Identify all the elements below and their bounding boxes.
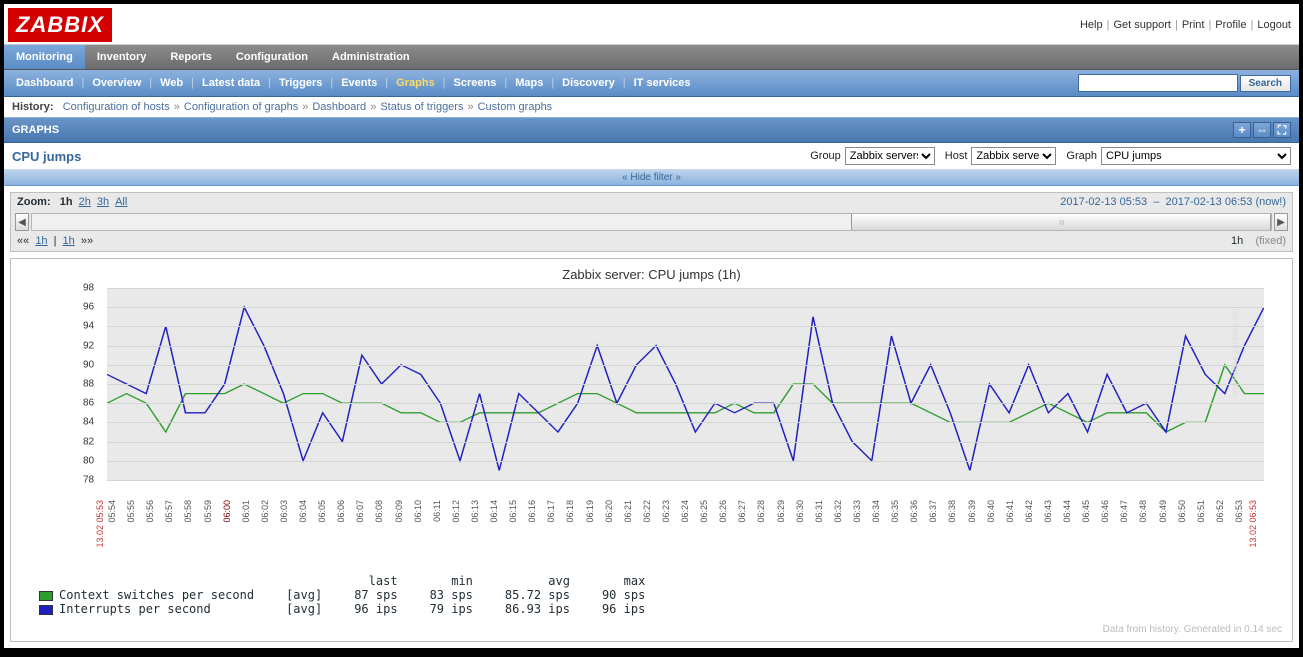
- nav-configuration[interactable]: Configuration: [224, 45, 320, 69]
- search-button[interactable]: Search: [1240, 75, 1291, 92]
- nav-back-1h[interactable]: 1h: [35, 235, 47, 247]
- now-link[interactable]: (now!): [1255, 196, 1286, 208]
- section-title: GRAPHS: [12, 124, 59, 136]
- search-input[interactable]: [1078, 74, 1238, 92]
- zoom-2h[interactable]: 2h: [79, 196, 91, 208]
- zoom-label: Zoom:: [17, 196, 51, 208]
- add-icon[interactable]: +: [1233, 122, 1251, 138]
- zoom-1h[interactable]: 1h: [60, 196, 73, 208]
- breadcrumb-history: History: Configuration of hosts»Configur…: [4, 97, 1299, 117]
- history-link[interactable]: Configuration of graphs: [184, 101, 298, 113]
- scroll-right-button[interactable]: ▶: [1274, 213, 1288, 231]
- fit-icon[interactable]: ⇔: [1253, 122, 1271, 138]
- subnav-latest-data[interactable]: Latest data: [198, 75, 264, 91]
- logo[interactable]: ZABBIX: [8, 8, 112, 42]
- subnav-graphs[interactable]: Graphs: [392, 75, 439, 91]
- nav-administration[interactable]: Administration: [320, 45, 422, 69]
- graph-label: Graph: [1066, 150, 1097, 162]
- history-link[interactable]: Status of triggers: [380, 101, 463, 113]
- hide-filter-toggle[interactable]: « Hide filter »: [4, 170, 1299, 186]
- fixed-label: (fixed): [1255, 235, 1286, 247]
- page-title: CPU jumps: [12, 149, 81, 164]
- top-link-logout[interactable]: Logout: [1257, 19, 1291, 31]
- history-link[interactable]: Configuration of hosts: [63, 101, 170, 113]
- period-display: 1h: [1231, 235, 1243, 247]
- sub-nav: Dashboard|Overview|Web|Latest data|Trigg…: [4, 70, 1299, 97]
- top-links: Help|Get support|Print|Profile|Logout: [1080, 19, 1291, 31]
- nav-inventory[interactable]: Inventory: [85, 45, 159, 69]
- top-link-help[interactable]: Help: [1080, 19, 1103, 31]
- chart-plot-area: http://www.zabbix.com 788082848688909294…: [35, 288, 1268, 498]
- history-link[interactable]: Dashboard: [312, 101, 366, 113]
- time-scrollbar-thumb[interactable]: [851, 214, 1271, 230]
- subnav-it-services[interactable]: IT services: [630, 75, 695, 91]
- date-range: 2017-02-13 05:53 – 2017-02-13 06:53 (now…: [1060, 196, 1286, 208]
- top-link-profile[interactable]: Profile: [1215, 19, 1246, 31]
- subnav-maps[interactable]: Maps: [511, 75, 547, 91]
- time-scrollbar-track[interactable]: [31, 213, 1272, 231]
- host-label: Host: [945, 150, 968, 162]
- group-label: Group: [810, 150, 841, 162]
- nav-reports[interactable]: Reports: [158, 45, 224, 69]
- main-nav: MonitoringInventoryReportsConfigurationA…: [4, 44, 1299, 70]
- nav-back-all[interactable]: ««: [17, 235, 29, 247]
- subnav-dashboard[interactable]: Dashboard: [12, 75, 77, 91]
- chart-title: Zabbix server: CPU jumps (1h): [11, 267, 1292, 282]
- chart-footer: Data from history. Generated in 0.14 sec: [11, 622, 1292, 637]
- nav-fwd-1h[interactable]: 1h: [63, 235, 75, 247]
- chart-legend: lastminavgmaxContext switches per second…: [35, 574, 1268, 616]
- subnav-screens[interactable]: Screens: [450, 75, 501, 91]
- history-label: History:: [12, 101, 54, 113]
- top-link-print[interactable]: Print: [1182, 19, 1205, 31]
- top-link-get-support[interactable]: Get support: [1113, 19, 1170, 31]
- scroll-left-button[interactable]: ◀: [15, 213, 29, 231]
- subnav-discovery[interactable]: Discovery: [558, 75, 619, 91]
- nav-sep: |: [54, 235, 57, 247]
- nav-fwd-all[interactable]: »»: [81, 235, 93, 247]
- fullscreen-icon[interactable]: ⛶: [1273, 122, 1291, 138]
- subnav-overview[interactable]: Overview: [88, 75, 145, 91]
- zoom-all[interactable]: All: [115, 196, 127, 208]
- zoom-3h[interactable]: 3h: [97, 196, 109, 208]
- x-axis-labels: 13.02 05:5305:5405:5505:5605:5705:5805:5…: [107, 498, 1268, 568]
- group-select[interactable]: Zabbix servers: [845, 147, 935, 165]
- history-link[interactable]: Custom graphs: [478, 101, 553, 113]
- subnav-events[interactable]: Events: [337, 75, 381, 91]
- subnav-triggers[interactable]: Triggers: [275, 75, 326, 91]
- host-select[interactable]: Zabbix server: [971, 147, 1056, 165]
- graph-select[interactable]: CPU jumps: [1101, 147, 1291, 165]
- nav-monitoring[interactable]: Monitoring: [4, 45, 85, 69]
- subnav-web[interactable]: Web: [156, 75, 187, 91]
